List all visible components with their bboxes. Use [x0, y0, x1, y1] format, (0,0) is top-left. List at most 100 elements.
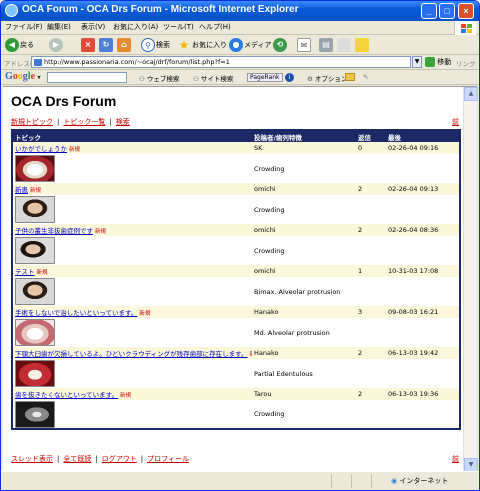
address-input[interactable]: http://www.passionaria.com/~ocaj/drf/for… [31, 56, 411, 68]
forward-button[interactable]: ▶ [49, 38, 63, 52]
replies-cell: 2 [356, 388, 386, 400]
col-header-topic: トピック [12, 130, 252, 142]
binoculars-icon: ⚇ [139, 75, 145, 83]
internet-zone: ◉ インターネット [391, 477, 449, 485]
prev-page-link[interactable]: 前 [452, 117, 459, 127]
edit-button[interactable] [337, 38, 351, 52]
history-button[interactable]: ⟲ [273, 38, 287, 52]
case-thumbnail[interactable] [15, 319, 55, 346]
vertical-scrollbar[interactable]: ▲ ▼ [463, 87, 478, 472]
google-search-input[interactable] [47, 72, 127, 83]
menu-bar: ファイル(F) 編集(E) 表示(V) お気に入り(A) ツール(T) ヘルプ(… [1, 21, 479, 35]
case-thumbnail[interactable] [15, 196, 55, 223]
search-icon: ⚲ [141, 38, 155, 52]
history-icon: ⟲ [273, 38, 287, 52]
stop-button[interactable]: × [81, 38, 95, 52]
title-bar[interactable]: OCA Forum - OCA Drs Forum - Microsoft In… [1, 1, 479, 21]
menu-help[interactable]: ヘルプ(H) [199, 22, 231, 32]
menu-view[interactable]: 表示(V) [81, 22, 105, 32]
topic-link[interactable]: テスト [15, 268, 35, 276]
thumbnail-row: Md. Alveolar protrusion [12, 318, 460, 347]
folder-icon[interactable] [345, 73, 355, 83]
feature-cell: Crowding [252, 195, 460, 224]
topic-link[interactable]: 子供の叢生非抜歯症例です [15, 227, 93, 235]
site-search-button[interactable]: ⚇ サイト検索 [193, 73, 233, 83]
site-search-icon: ⚇ [193, 75, 199, 83]
menu-file[interactable]: ファイル(F) [5, 22, 43, 32]
address-dropdown-icon[interactable]: ▼ [412, 56, 422, 68]
media-button[interactable]: ● メディア [229, 38, 272, 52]
maximize-button[interactable]: □ [439, 3, 455, 19]
case-thumbnail[interactable] [15, 155, 55, 182]
table-header-row: トピック 投稿者/歯列特徴 返信 最後 [12, 130, 460, 142]
menu-tools[interactable]: ツール(T) [163, 22, 194, 32]
topic-link[interactable]: 新患 [15, 186, 28, 194]
go-button[interactable]: 移動 [425, 57, 451, 67]
topic-link[interactable]: 手術をしないで治したいといっています。 [15, 309, 137, 317]
google-logo[interactable]: Google ▾ [5, 71, 41, 82]
scroll-up-icon[interactable]: ▲ [464, 87, 478, 101]
refresh-button[interactable]: ↻ [99, 38, 113, 52]
web-search-button[interactable]: ⚇ ウェブ検索 [139, 73, 179, 83]
edit-icon [337, 38, 351, 52]
mail-button[interactable]: ✉ [297, 38, 311, 52]
thumbnail-cell [12, 400, 252, 429]
page-title: OCA Drs Forum [11, 93, 117, 109]
menu-favorites[interactable]: お気に入り(A) [113, 22, 158, 32]
back-arrow-icon: ◀ [5, 38, 19, 52]
case-thumbnail[interactable] [15, 278, 55, 305]
logout-link[interactable]: ログアウト [102, 455, 137, 463]
minimize-button[interactable]: _ [421, 3, 437, 19]
case-thumbnail[interactable] [15, 400, 55, 428]
case-thumbnail[interactable] [15, 237, 55, 264]
standard-toolbar: ◀ 戻る ▶ × ↻ ⌂ ⚲ 検索 ★ お気に入り ● メディア ⟲ ✉ ▤ [1, 35, 479, 55]
pagerank-button[interactable]: PageRank [247, 73, 283, 82]
separator: | [109, 118, 112, 126]
topic-link[interactable]: 歯を抜きたくないといっています。 [15, 391, 118, 399]
separator: | [57, 455, 60, 463]
new-badge: 新規 [36, 270, 48, 276]
case-thumbnail[interactable] [15, 360, 55, 387]
forward-arrow-icon: ▶ [49, 38, 63, 52]
new-topic-link[interactable]: 新規トピック [11, 118, 53, 126]
author-cell: Hanako [252, 347, 356, 359]
topic-table: トピック 投稿者/歯列特徴 返信 最後 いかがでしょうか 新規 SK 0 02-26-0… [11, 129, 461, 430]
separator: | [95, 455, 98, 463]
replies-cell: 3 [356, 306, 386, 318]
options-button[interactable]: ⚙ オプション [307, 73, 347, 83]
print-button[interactable]: ▤ [319, 38, 333, 52]
last-post-cell: 02-26-04 09:13 [386, 183, 460, 195]
back-button[interactable]: ◀ 戻る [5, 38, 34, 52]
topic-link[interactable]: 下顎大臼歯が欠損しているよ。ひどいクラウディングが残存歯部に存在します。 [15, 350, 248, 358]
feature-cell: Partial Edentulous [252, 359, 460, 388]
bottom-nav-links: スレッド表示 | 全て既読 | ログアウト | プロフィール 前 [11, 454, 459, 465]
close-button[interactable]: × [458, 3, 474, 19]
topic-list-link[interactable]: トピック一覧 [63, 118, 105, 126]
mark-all-read-link[interactable]: 全て既読 [63, 455, 91, 463]
profile-link[interactable]: プロフィール [147, 455, 189, 463]
topic-link[interactable]: いかがでしょうか [15, 145, 67, 153]
menu-edit[interactable]: 編集(E) [47, 22, 71, 32]
topic-cell: 新患 新規 [12, 183, 252, 195]
links-button[interactable]: リンク [456, 58, 476, 68]
topic-row: 新患 新規 omichi 2 02-26-04 09:13 [12, 183, 460, 195]
prev-page-link-bottom[interactable]: 前 [452, 454, 459, 464]
feature-cell: Crowding [252, 236, 460, 265]
note-button[interactable] [355, 38, 369, 52]
highlighter-icon[interactable]: ✎ [363, 73, 368, 81]
thumbnail-cell [12, 359, 252, 388]
go-arrow-icon [425, 57, 435, 67]
scroll-down-icon[interactable]: ▼ [464, 458, 478, 472]
search-button[interactable]: ⚲ 検索 [141, 38, 170, 52]
last-post-cell: 06-13-03 19:36 [386, 388, 460, 400]
search-link[interactable]: 検索 [116, 118, 130, 126]
favorites-button[interactable]: ★ お気に入り [177, 38, 227, 52]
author-cell: omichi [252, 265, 356, 277]
replies-cell: 2 [356, 183, 386, 195]
info-icon[interactable]: i [285, 73, 294, 82]
top-nav-links: 新規トピック | トピック一覧 | 検索 前 [11, 117, 459, 128]
thumbnail-row: Crowding [12, 154, 460, 183]
replies-cell: 2 [356, 224, 386, 236]
home-button[interactable]: ⌂ [117, 38, 131, 52]
thread-view-link[interactable]: スレッド表示 [11, 455, 53, 463]
